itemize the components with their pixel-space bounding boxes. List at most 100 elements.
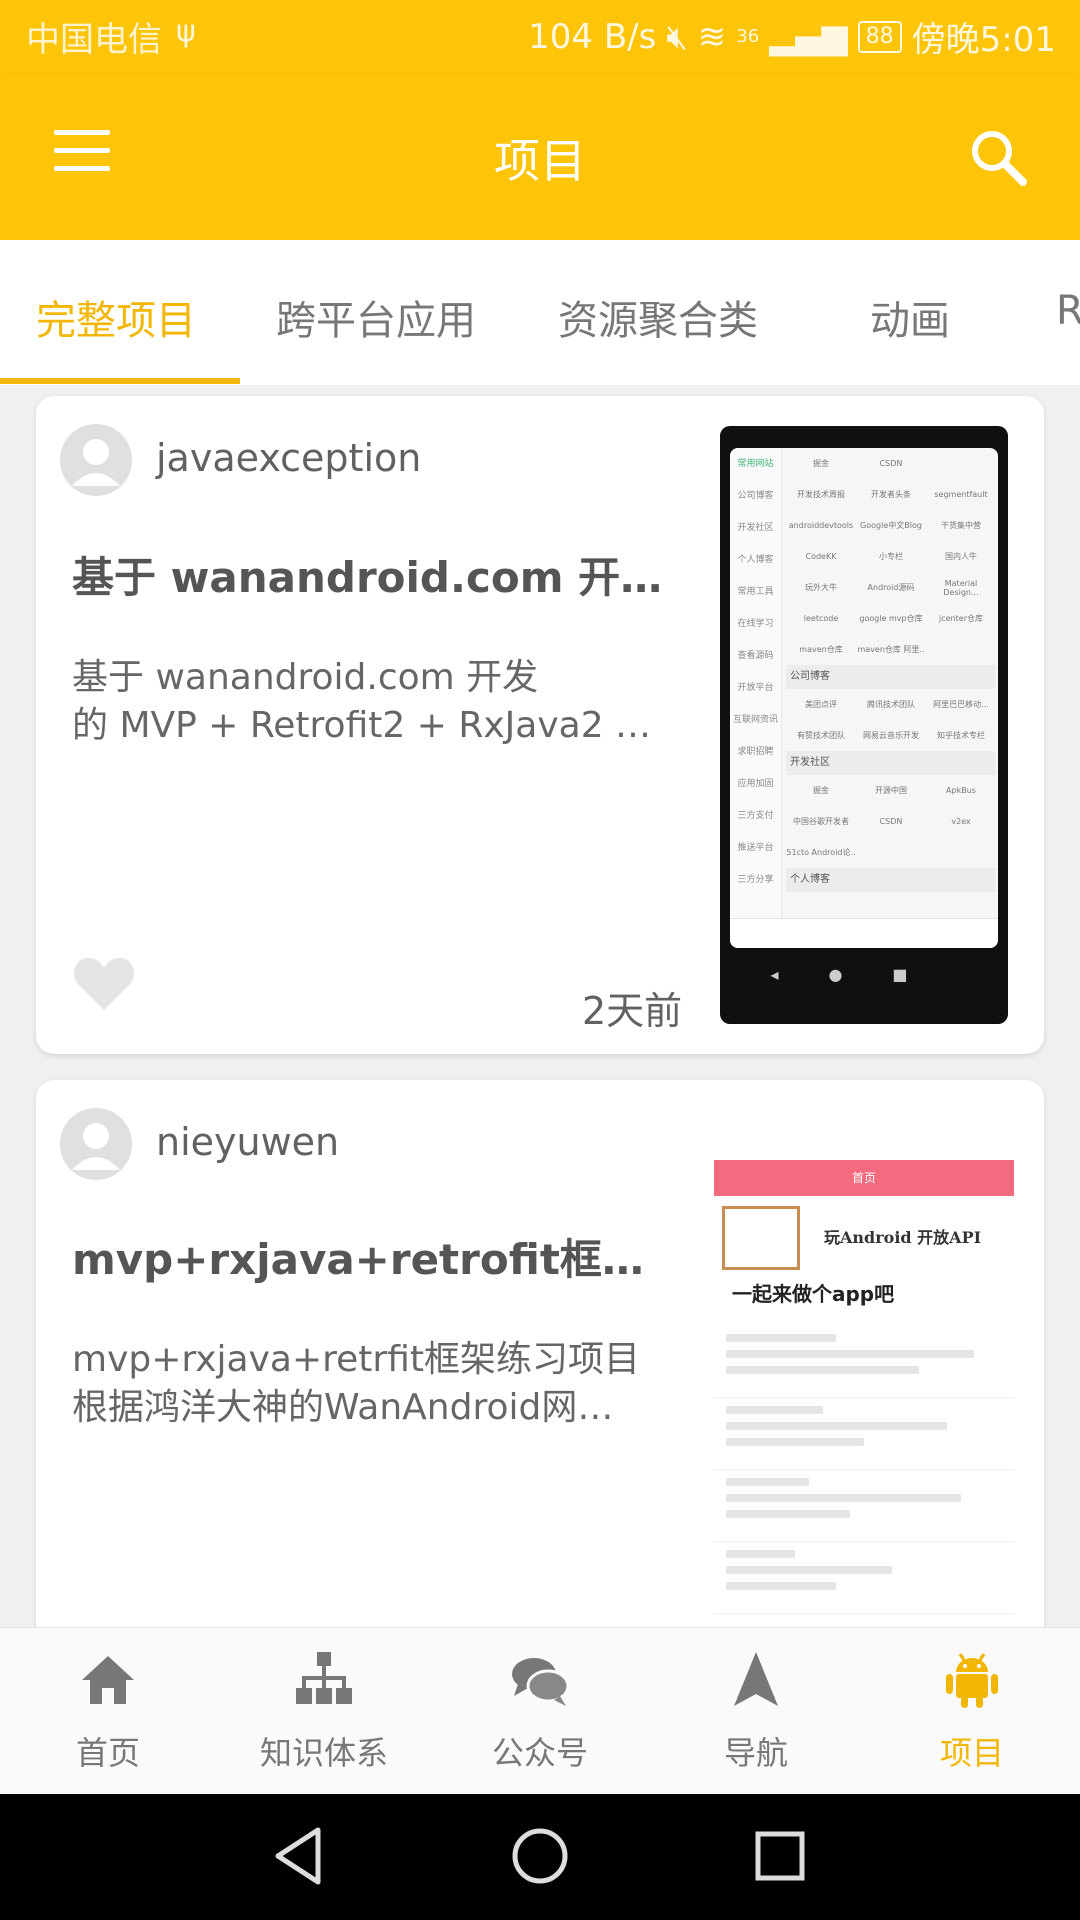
thumb-grid-cell: leetcode — [803, 614, 839, 623]
thumb-grid-cell: 腾讯技术团队 — [867, 700, 915, 709]
thumb-grid-cell: 阿里巴巴移动... — [933, 700, 989, 709]
home-icon — [82, 1656, 134, 1704]
publish-time: 2天前 — [582, 989, 683, 1033]
project-card[interactable]: javaexception 基于 wanandroid.com 开… 基于 wa… — [36, 396, 1044, 1054]
thumb-side-item: 个人博客 — [737, 555, 774, 565]
project-description: mvp+rxjava+retrfit框架练习项目 根据鸿洋大神的WanAndro… — [72, 1336, 662, 1432]
thumb-side-item: 查看源码 — [737, 651, 774, 661]
carrier-label: 中国电信 — [26, 20, 162, 60]
avatar — [60, 424, 132, 496]
tab-more[interactable]: R — [1056, 288, 1080, 334]
thumb-grid-cell: 玩外大牛 — [805, 583, 837, 592]
battery-icon: 88 — [857, 20, 902, 53]
thumb-grid-cell: 美团点评 — [805, 700, 837, 709]
project-title: 基于 wanandroid.com 开… — [72, 553, 663, 602]
project-tabs: 完整项目 跨平台应用 资源聚合类 动画 R — [0, 240, 1080, 385]
page-title: 项目 — [494, 134, 586, 188]
thumb-grid-cell: Android源码 — [867, 583, 915, 592]
mute-icon: 🔇︎ — [666, 16, 688, 57]
thumb-grid-cell: 有赞技术团队 — [797, 731, 845, 740]
nav-label: 项目 — [939, 1734, 1004, 1772]
author-name: javaexception — [156, 436, 422, 480]
usb-icon: ψ — [176, 14, 196, 49]
thumb-grid-cell: androiddevtools — [788, 521, 854, 530]
project-card[interactable]: nieyuwen mvp+rxjava+retrofit框架练… mvp+rxj… — [36, 1080, 1044, 1720]
thumb-header: 首页 — [714, 1160, 1014, 1196]
bottom-navigation: 首页 知识体系 公众号 导航 项目 — [0, 1627, 1080, 1794]
tab-indicator — [0, 378, 240, 384]
project-thumbnail: 常用网站 公司博客 开发社区 个人博客 常用工具 在线学习 查看源码 开放平台 互联网资讯 求职招… — [720, 426, 1008, 1024]
signal-icon: ▂▄▆ — [769, 16, 848, 57]
navigation-icon — [734, 1652, 778, 1706]
nav-label: 导航 — [723, 1734, 788, 1772]
thumb-grid-cell: CSDN — [879, 817, 903, 826]
thumb-banner: 玩Android 开放API 一起来做个app吧 — [714, 1196, 1014, 1326]
thumb-grid-cell: 国内人牛 — [945, 552, 977, 561]
thumb-side-item: 应用加固 — [737, 779, 774, 789]
thumb-grid-row: 有赞技术团队 网易云音乐开发 知乎技术专栏 — [786, 720, 996, 751]
tab-cross-platform[interactable]: 跨平台应用 — [276, 288, 476, 346]
thumb-side-item: 推送平台 — [737, 843, 774, 853]
back-icon[interactable] — [268, 1824, 332, 1888]
thumb-grid-cell: Google中文Blog — [860, 521, 922, 530]
tab-animation[interactable]: 动画 — [870, 288, 950, 346]
thumb-side-item: 求职招聘 — [737, 747, 774, 757]
system-navigation-bar — [0, 1794, 1080, 1920]
thumb-grid-row: leetcode google mvp仓库 jcenter仓库 — [786, 603, 996, 634]
heart-icon[interactable] — [72, 954, 136, 1012]
thumb-bottom-bar — [730, 918, 998, 948]
thumb-grid-cell: jcenter仓库 — [939, 614, 983, 623]
thumb-grid-row: maven仓库 maven仓库 阿里.. — [786, 634, 996, 665]
clock: 傍晚5:01 — [911, 20, 1056, 60]
description-line: 的 MVP + Retrofit2 + RxJava2 … — [72, 705, 652, 746]
thumb-grid-cell: 开源中国 — [875, 786, 907, 795]
network-speed: 104 B/s — [528, 16, 657, 57]
thumb-grid-cell: 掘金 — [813, 459, 829, 468]
description-line: mvp+rxjava+retrfit框架练习项目 — [72, 1339, 640, 1380]
project-description: 基于 wanandroid.com 开发 的 MVP + Retrofit2 +… — [72, 654, 662, 750]
search-icon[interactable] — [968, 127, 1028, 187]
status-right: 104 B/s 🔇︎ ≋ 36 ▂▄▆ 88 傍晚5:01 — [528, 12, 1056, 61]
thumb-side-menu: 常用网站 公司博客 开发社区 个人博客 常用工具 在线学习 查看源码 开放平台 互联网资讯 求职招… — [730, 448, 782, 918]
thumb-grid-cell: v2ex — [951, 817, 971, 826]
thumb-grid-cell: segmentfault — [934, 490, 988, 499]
thumb-grid-row: 掘金 CSDN — [786, 448, 996, 479]
nav-item-home[interactable]: 首页 — [0, 1628, 216, 1795]
recents-icon[interactable] — [748, 1824, 812, 1888]
thumb-side-item: 三方分享 — [737, 875, 774, 885]
thumb-grid-cell: maven仓库 阿里.. — [857, 645, 925, 654]
thumb-grid-row: 掘金 开源中国 ApkBus — [786, 775, 996, 806]
home-button-icon[interactable] — [508, 1824, 572, 1888]
thumb-grid-row: CodeKK 小专栏 国内人牛 — [786, 541, 996, 572]
banner-line-2: 一起来做个app吧 — [732, 1282, 895, 1306]
description-line: 基于 wanandroid.com 开发 — [72, 657, 539, 698]
nav-label: 知识体系 — [259, 1734, 388, 1772]
thumb-section-header: 个人博客 — [786, 868, 996, 892]
nav-label: 公众号 — [491, 1734, 588, 1772]
thumb-grid-row: 中国谷歌开发者 CSDN v2ex — [786, 806, 996, 837]
tab-resource-aggregation[interactable]: 资源聚合类 — [558, 288, 758, 346]
signal-strength: 36 — [736, 26, 760, 47]
nav-item-official-accounts[interactable]: 公众号 — [432, 1628, 648, 1795]
thumb-grid: 掘金 CSDN 开发技术周报 开发者头条 segmentfault androiddevt… — [786, 448, 996, 892]
tab-complete-projects[interactable]: 完整项目 — [36, 288, 196, 346]
banner-line-1: 玩Android 开放API — [824, 1228, 982, 1247]
app-bar: 项目 — [0, 75, 1080, 240]
thumb-grid-row: 玩外大牛 Android源码 Material Design... — [786, 572, 996, 603]
thumb-grid-cell: 掘金 — [813, 786, 829, 795]
nav-item-navigation[interactable]: 导航 — [648, 1628, 864, 1795]
status-bar: 中国电信 ψ 104 B/s 🔇︎ ≋ 36 ▂▄▆ 88 傍晚5:01 — [0, 0, 1080, 75]
thumb-side-item: 开发社区 — [737, 523, 774, 533]
description-line: 根据鸿洋大神的WanAndroid网… — [72, 1387, 614, 1428]
thumb-grid-cell: 中国谷歌开发者 — [793, 817, 849, 826]
thumb-grid-cell: 知乎技术专栏 — [937, 731, 985, 740]
wifi-icon: ≋ — [697, 16, 727, 57]
android-icon — [946, 1653, 998, 1708]
nav-item-projects[interactable]: 项目 — [864, 1628, 1080, 1795]
thumb-grid-cell: 51cto Android论.. — [786, 848, 856, 857]
nav-label: 首页 — [75, 1734, 140, 1772]
thumb-list-item — [714, 1398, 1014, 1470]
avatar — [60, 1108, 132, 1180]
thumb-grid-row: 51cto Android论.. — [786, 837, 996, 868]
nav-item-knowledge[interactable]: 知识体系 — [216, 1628, 432, 1795]
